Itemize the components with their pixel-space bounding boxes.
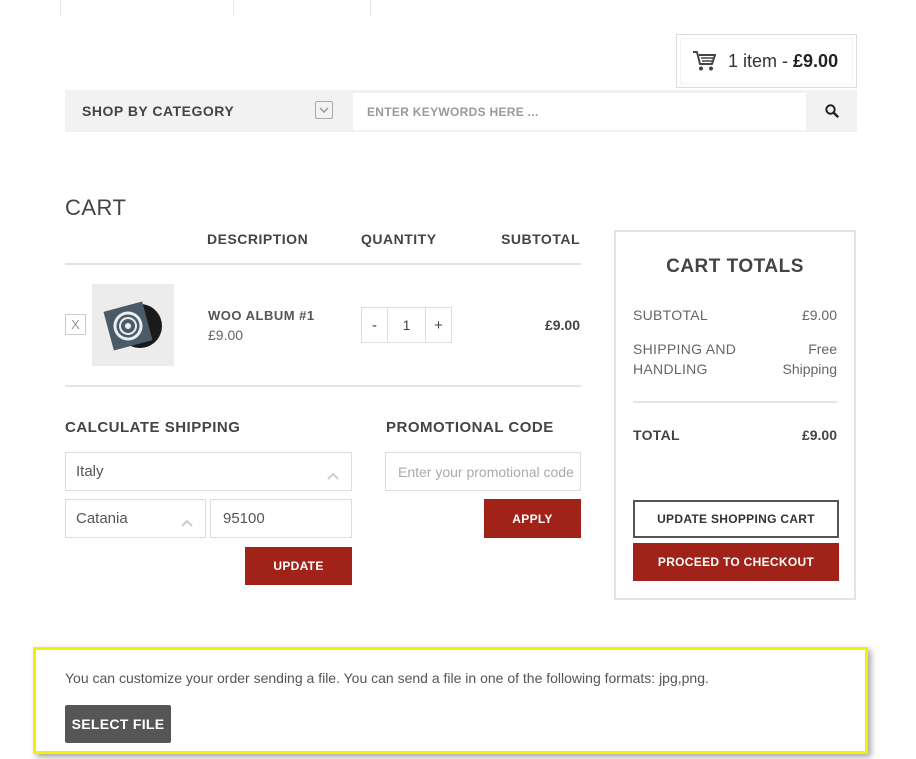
top-nav-tabs [60, 0, 372, 16]
category-dropdown-label[interactable]: SHOP BY CATEGORY [82, 90, 234, 132]
product-thumbnail[interactable] [92, 284, 174, 366]
search-icon[interactable] [807, 90, 857, 132]
cart-totals-heading: CART TOTALS [666, 256, 804, 277]
quantity-input[interactable]: 1 [388, 308, 426, 342]
promotional-code-heading: PROMOTIONAL CODE [386, 419, 554, 436]
upload-instructions: You can customize your order sending a f… [65, 670, 709, 686]
chevron-up-icon [181, 514, 193, 531]
cart-icon [692, 50, 716, 72]
apply-promo-button[interactable]: APPLY [484, 499, 581, 538]
totals-divider [633, 401, 837, 403]
tab-divider [233, 0, 234, 16]
country-value: Italy [76, 463, 104, 480]
quantity-stepper: - 1 + [361, 307, 452, 343]
quantity-increase-button[interactable]: + [426, 308, 451, 342]
update-shopping-cart-button[interactable]: UPDATE SHOPPING CART [633, 500, 839, 538]
column-header-quantity: QUANTITY [361, 231, 437, 247]
table-divider [65, 385, 581, 387]
line-subtotal: £9.00 [544, 317, 580, 333]
search-input[interactable] [353, 93, 806, 130]
shipping-label-line-2: HANDLING [633, 361, 708, 377]
column-header-subtotal: SUBTOTAL [501, 231, 580, 247]
chevron-up-icon [327, 467, 339, 484]
postcode-field[interactable]: 95100 [210, 499, 352, 538]
postcode-value: 95100 [223, 510, 265, 527]
column-header-description: DESCRIPTION [207, 231, 309, 247]
total-label: TOTAL [633, 427, 680, 443]
product-price: £9.00 [208, 327, 244, 343]
promo-code-input[interactable] [385, 452, 581, 491]
tab-divider [370, 0, 371, 16]
calculate-shipping-heading: CALCULATE SHIPPING [65, 419, 241, 436]
country-select[interactable]: Italy [65, 452, 352, 491]
file-upload-panel: You can customize your order sending a f… [33, 647, 868, 754]
shipping-value-line-1: Free [808, 341, 837, 357]
quantity-decrease-button[interactable]: - [362, 308, 388, 342]
proceed-to-checkout-button[interactable]: PROCEED TO CHECKOUT [633, 543, 839, 581]
select-file-button[interactable]: SELECT FILE [65, 705, 171, 743]
update-shipping-button[interactable]: UPDATE [245, 547, 352, 585]
city-value: Catania [76, 510, 128, 527]
cart-totals-panel: CART TOTALS SUBTOTAL £9.00 SHIPPING AND … [614, 230, 856, 600]
remove-item-button[interactable]: X [65, 314, 86, 335]
shipping-label-line-1: SHIPPING AND [633, 341, 737, 357]
mini-cart[interactable]: 1 item - £9.00 [676, 34, 857, 88]
product-name-link[interactable]: WOO ALBUM #1 [208, 308, 315, 323]
cart-separator: - [782, 50, 789, 71]
search-bar: SHOP BY CATEGORY [65, 90, 857, 132]
chevron-down-icon[interactable] [315, 101, 333, 119]
table-divider [65, 263, 581, 265]
page-title: CART [65, 195, 127, 220]
city-select[interactable]: Catania [65, 499, 206, 538]
cart-amount: £9.00 [793, 50, 839, 71]
subtotal-value: £9.00 [801, 307, 837, 323]
subtotal-label: SUBTOTAL [633, 307, 709, 323]
shipping-value-line-2: Shipping [782, 361, 838, 377]
total-value: £9.00 [801, 427, 837, 443]
cart-item-count: 1 item [728, 50, 778, 71]
tab-divider [60, 0, 61, 16]
